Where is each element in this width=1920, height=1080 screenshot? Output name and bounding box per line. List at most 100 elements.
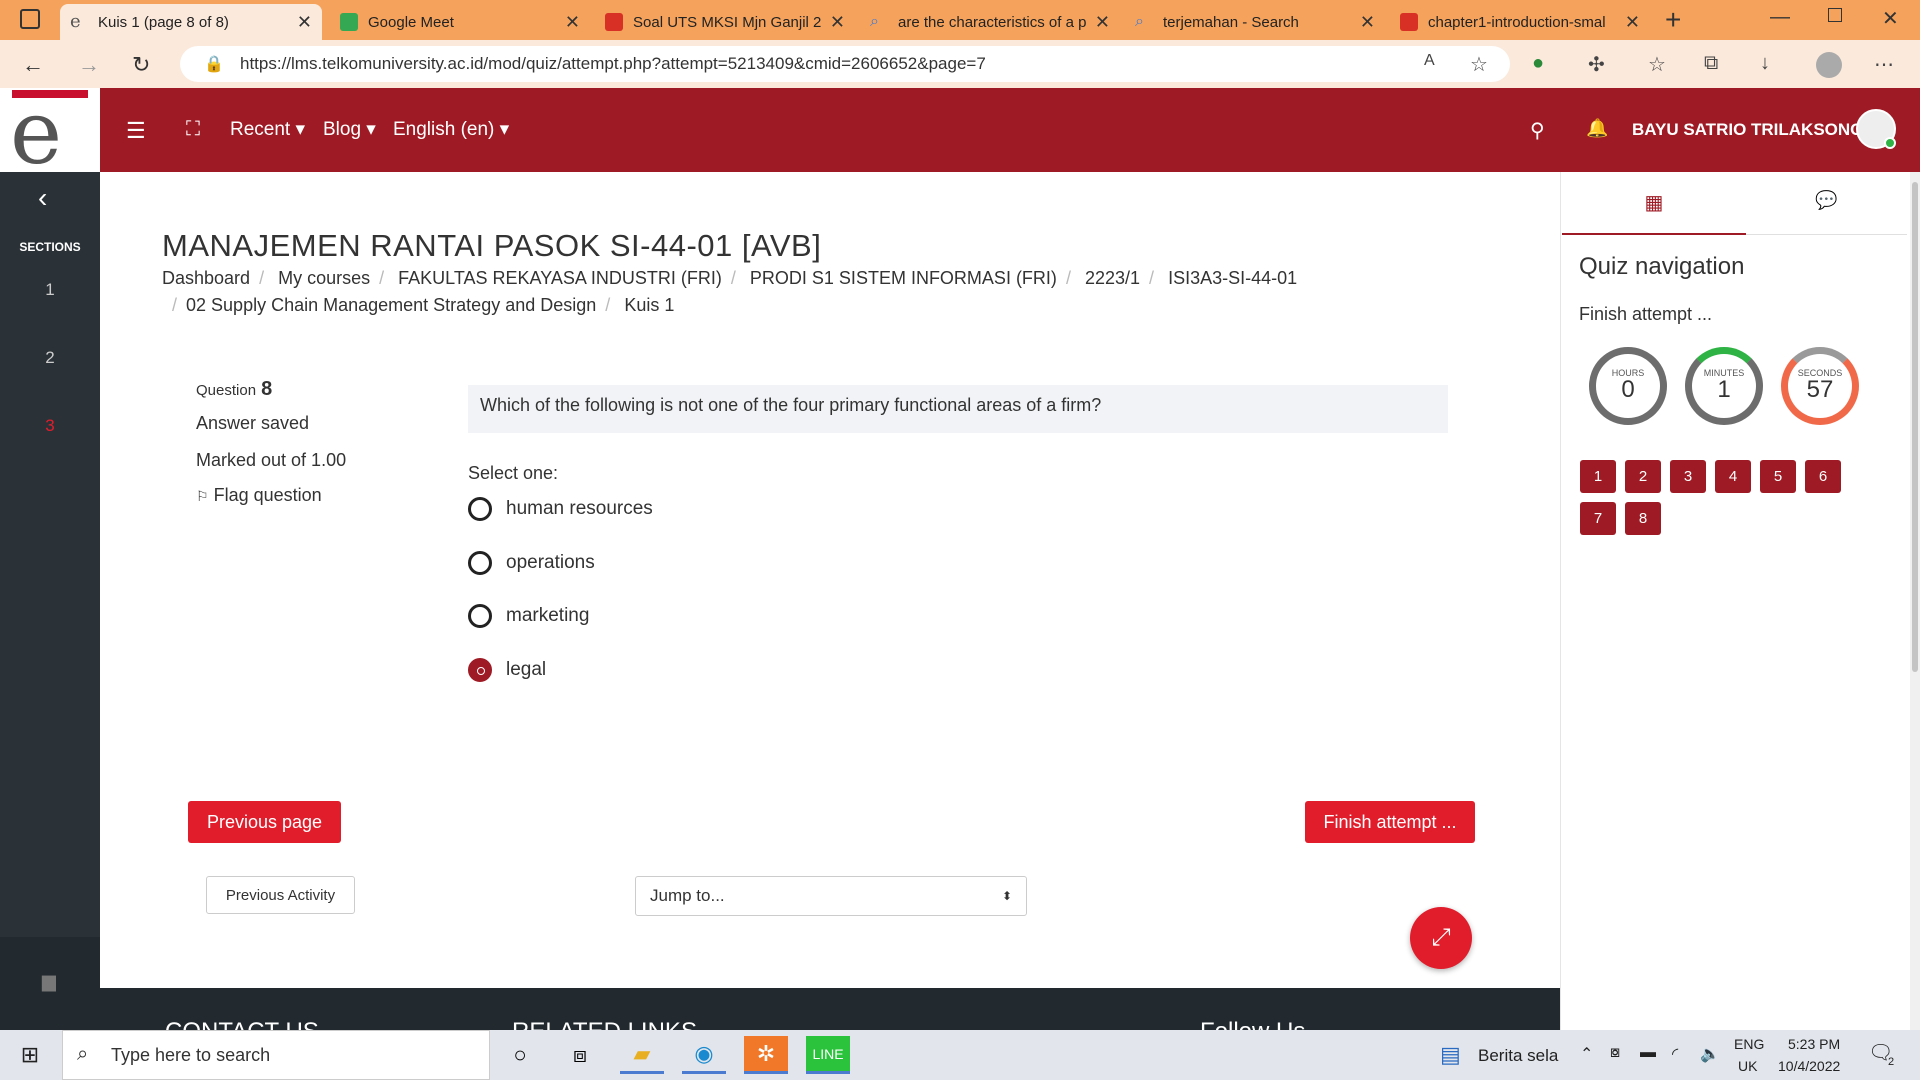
- extensions-icon[interactable]: ✣: [1588, 52, 1605, 77]
- scrollbar-thumb[interactable]: [1912, 182, 1918, 672]
- favorite-add-icon[interactable]: ☆: [1470, 52, 1488, 77]
- avatar[interactable]: [1856, 109, 1896, 149]
- fullscreen-icon[interactable]: ⛶: [186, 118, 200, 141]
- chevron-left-icon[interactable]: ‹: [38, 182, 47, 214]
- quiz-nav-button-8[interactable]: 8: [1625, 502, 1661, 535]
- radio-button[interactable]: [468, 551, 492, 575]
- menu-language[interactable]: English (en) ▾: [393, 118, 509, 141]
- browser-tab-1[interactable]: e Kuis 1 (page 8 of 8) ✕: [60, 4, 322, 40]
- browser-tab-3[interactable]: Soal UTS MKSI Mjn Ganjil 2( ✕: [595, 4, 855, 40]
- collections-icon[interactable]: ⧉: [1704, 52, 1718, 75]
- close-tab-icon[interactable]: ✕: [297, 12, 312, 33]
- page-scrollbar[interactable]: [1910, 172, 1920, 1030]
- jump-to-select[interactable]: Jump to... ⬍: [635, 876, 1027, 916]
- breadcrumb-item[interactable]: 02 Supply Chain Management Strategy and …: [186, 295, 596, 315]
- quiz-nav-button-4[interactable]: 4: [1715, 460, 1751, 493]
- section-item-3[interactable]: 3: [0, 416, 100, 436]
- cortana-icon[interactable]: ○: [498, 1036, 542, 1074]
- downloads-icon[interactable]: ↓: [1760, 52, 1770, 75]
- clock-date[interactable]: 10/4/2022: [1778, 1058, 1840, 1074]
- section-item-1[interactable]: 1: [0, 280, 100, 300]
- news-widget-icon[interactable]: ▤: [1440, 1042, 1461, 1068]
- clock-time[interactable]: 5:23 PM: [1788, 1036, 1840, 1052]
- section-item-2[interactable]: 2: [0, 348, 100, 368]
- hamburger-icon[interactable]: ☰: [126, 118, 146, 144]
- quiz-nav-button-3[interactable]: 3: [1670, 460, 1706, 493]
- user-name[interactable]: BAYU SATRIO TRILAKSONO: [1632, 120, 1863, 140]
- battery-icon[interactable]: ▬: [1640, 1044, 1656, 1062]
- minimize-icon[interactable]: —: [1770, 6, 1790, 29]
- bell-icon[interactable]: 🔔: [1586, 118, 1608, 139]
- windows-start-icon[interactable]: ⊞: [8, 1036, 52, 1074]
- finish-attempt-link[interactable]: Finish attempt ...: [1579, 304, 1712, 325]
- xampp-icon[interactable]: ✲: [744, 1036, 788, 1074]
- language-bottom[interactable]: UK: [1738, 1058, 1757, 1074]
- lock-icon: 🔒: [204, 56, 224, 73]
- breadcrumb-item[interactable]: 2223/1: [1085, 268, 1140, 288]
- tab-actions-icon[interactable]: [20, 9, 40, 29]
- browser-tab-6[interactable]: chapter1-introduction-smal ✕: [1390, 4, 1650, 40]
- radio-button-selected[interactable]: [468, 658, 492, 682]
- answer-option-3[interactable]: marketing: [468, 604, 589, 628]
- menu-recent[interactable]: Recent ▾: [230, 118, 305, 141]
- search-icon[interactable]: ⚲: [1530, 118, 1545, 143]
- quiz-nav-button-1[interactable]: 1: [1580, 460, 1616, 493]
- breadcrumb-item[interactable]: My courses: [278, 268, 370, 288]
- close-tab-icon[interactable]: ✕: [830, 12, 845, 33]
- radio-button[interactable]: [468, 604, 492, 628]
- browser-tab-4[interactable]: ⌕ are the characteristics of a p ✕: [860, 4, 1120, 40]
- close-tab-icon[interactable]: ✕: [1095, 12, 1110, 33]
- meet-now-icon[interactable]: ⧇: [1610, 1044, 1620, 1062]
- breadcrumb-item[interactable]: FAKULTAS REKAYASA INDUSTRI (FRI): [398, 268, 722, 288]
- taskbar-search-input[interactable]: ⌕ Type here to search: [62, 1030, 490, 1080]
- quiz-nav-button-2[interactable]: 2: [1625, 460, 1661, 493]
- previous-page-button[interactable]: Previous page: [188, 801, 341, 843]
- menu-blog[interactable]: Blog ▾: [323, 118, 376, 141]
- more-icon[interactable]: ⋯: [1874, 52, 1894, 77]
- favorites-icon[interactable]: ☆: [1648, 52, 1666, 77]
- tab-messages[interactable]: 💬: [1746, 172, 1907, 235]
- quiz-nav-button-7[interactable]: 7: [1580, 502, 1616, 535]
- chevron-up-icon[interactable]: ⌃: [1580, 1044, 1593, 1064]
- breadcrumb-item[interactable]: Kuis 1: [624, 295, 674, 315]
- edge-browser-icon[interactable]: ◉: [682, 1036, 726, 1074]
- quiz-nav-button-6[interactable]: 6: [1805, 460, 1841, 493]
- close-window-icon[interactable]: ✕: [1882, 6, 1899, 31]
- answer-option-1[interactable]: human resources: [468, 497, 653, 521]
- news-widget-label[interactable]: Berita sela: [1478, 1046, 1558, 1066]
- new-tab-icon[interactable]: +: [1665, 4, 1681, 36]
- previous-activity-button[interactable]: Previous Activity: [206, 876, 355, 914]
- answer-option-2[interactable]: operations: [468, 551, 595, 575]
- close-tab-icon[interactable]: ✕: [1625, 12, 1640, 33]
- close-tab-icon[interactable]: ✕: [1360, 12, 1375, 33]
- site-logo[interactable]: e: [0, 88, 100, 172]
- extension-globe-icon[interactable]: ●: [1532, 52, 1544, 75]
- task-view-icon[interactable]: ⧈: [558, 1036, 602, 1074]
- tab-blocks[interactable]: ▦: [1562, 172, 1746, 235]
- profile-icon[interactable]: [1816, 52, 1842, 78]
- breadcrumb-item[interactable]: PRODI S1 SISTEM INFORMASI (FRI): [750, 268, 1057, 288]
- flag-question-link[interactable]: ⚐ Flag question: [196, 485, 346, 506]
- browser-tab-5[interactable]: ⌕ terjemahan - Search ✕: [1125, 4, 1385, 40]
- breadcrumb-item[interactable]: Dashboard: [162, 268, 250, 288]
- radio-button[interactable]: [468, 497, 492, 521]
- expand-icon[interactable]: ⤢: [1410, 907, 1472, 969]
- breadcrumb-item[interactable]: ISI3A3-SI-44-01: [1168, 268, 1297, 288]
- browser-tab-2[interactable]: Google Meet ✕: [330, 4, 590, 40]
- restore-icon[interactable]: [1828, 8, 1842, 22]
- refresh-icon[interactable]: ↻: [132, 52, 150, 78]
- answer-option-4[interactable]: legal: [468, 658, 546, 682]
- back-icon[interactable]: ←: [22, 52, 44, 78]
- close-tab-icon[interactable]: ✕: [565, 12, 580, 33]
- forward-icon[interactable]: →: [78, 52, 100, 78]
- finish-attempt-button[interactable]: Finish attempt ...: [1305, 801, 1475, 843]
- quiz-nav-button-5[interactable]: 5: [1760, 460, 1796, 493]
- archive-icon[interactable]: ▆: [42, 971, 56, 992]
- volume-icon[interactable]: 🔈: [1700, 1044, 1720, 1064]
- line-app-icon[interactable]: LINE: [806, 1036, 850, 1074]
- file-explorer-icon[interactable]: ▰: [620, 1036, 664, 1074]
- url-field[interactable]: 🔒 https://lms.telkomuniversity.ac.id/mod…: [180, 46, 1510, 82]
- language-top[interactable]: ENG: [1734, 1036, 1764, 1052]
- read-aloud-icon[interactable]: A: [1424, 52, 1435, 70]
- wifi-icon[interactable]: ◜: [1672, 1044, 1678, 1064]
